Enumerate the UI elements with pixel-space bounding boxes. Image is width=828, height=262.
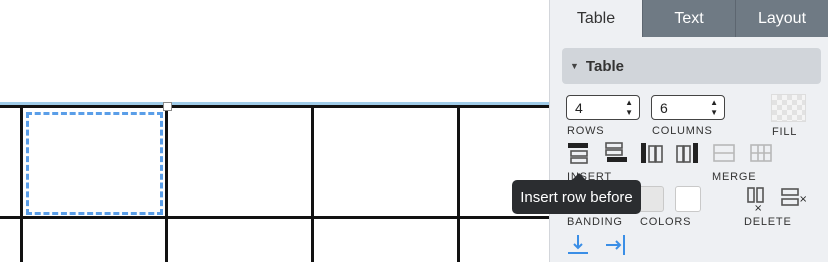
svg-text:×: × (799, 194, 807, 205)
table-row-divider (0, 216, 549, 219)
merge-rows-icon[interactable] (711, 141, 737, 165)
table-border-top (0, 105, 549, 108)
delete-label: DELETE (744, 216, 792, 228)
banding-rows-icon[interactable] (566, 233, 592, 257)
table-column-divider (20, 107, 23, 262)
color-swatch-primary[interactable] (638, 186, 664, 212)
banding-label: BANDING (567, 216, 623, 228)
stepper-arrows-icon[interactable]: ▲ ▼ (625, 98, 633, 118)
table-column-divider (457, 107, 460, 262)
stepper-arrows-icon[interactable]: ▲ ▼ (710, 98, 718, 118)
collapse-triangle-icon[interactable]: ▼ (570, 61, 579, 71)
delete-row-icon[interactable]: × (779, 186, 809, 212)
delete-column-icon[interactable]: × (745, 186, 769, 212)
fill-color-swatch[interactable] (771, 94, 806, 122)
tooltip-text: Insert row before (520, 188, 633, 206)
table-canvas[interactable] (0, 0, 549, 262)
section-title: Table (585, 57, 624, 75)
rows-stepper[interactable]: 4 ▲ ▼ (566, 95, 640, 120)
columns-stepper[interactable]: 6 ▲ ▼ (651, 95, 725, 120)
panel-tabs: Table Text Layout (550, 0, 828, 37)
fill-label: FILL (772, 126, 798, 138)
table-section-header[interactable]: ▼ Table (562, 48, 821, 84)
table-cell-selected[interactable] (26, 112, 163, 215)
tab-layout[interactable]: Layout (735, 0, 828, 37)
insert-column-before-icon[interactable] (639, 141, 665, 165)
rows-label: ROWS (567, 125, 605, 137)
columns-label: COLUMNS (652, 125, 713, 137)
insert-row-before-tooltip: Insert row before (512, 173, 641, 214)
format-panel: Table Text Layout ▼ Table 4 ▲ ▼ 6 ▲ ▼ ROWS… (549, 0, 828, 262)
tab-table[interactable]: Table (550, 0, 642, 37)
banding-columns-icon[interactable] (603, 233, 629, 257)
insert-row-before-icon[interactable] (566, 141, 592, 165)
columns-value: 6 (660, 99, 668, 116)
insert-column-after-icon[interactable] (674, 141, 700, 165)
resize-handle[interactable] (163, 102, 172, 111)
tab-text[interactable]: Text (642, 0, 735, 37)
insert-row-after-icon[interactable] (603, 141, 629, 165)
table-column-divider (165, 107, 168, 262)
color-swatch-secondary[interactable] (675, 186, 701, 212)
colors-label: COLORS (640, 216, 692, 228)
merge-label: MERGE (712, 171, 757, 183)
rows-value: 4 (575, 99, 583, 116)
merge-columns-icon[interactable] (748, 141, 774, 165)
svg-text:×: × (754, 203, 762, 212)
table-column-divider (311, 107, 314, 262)
